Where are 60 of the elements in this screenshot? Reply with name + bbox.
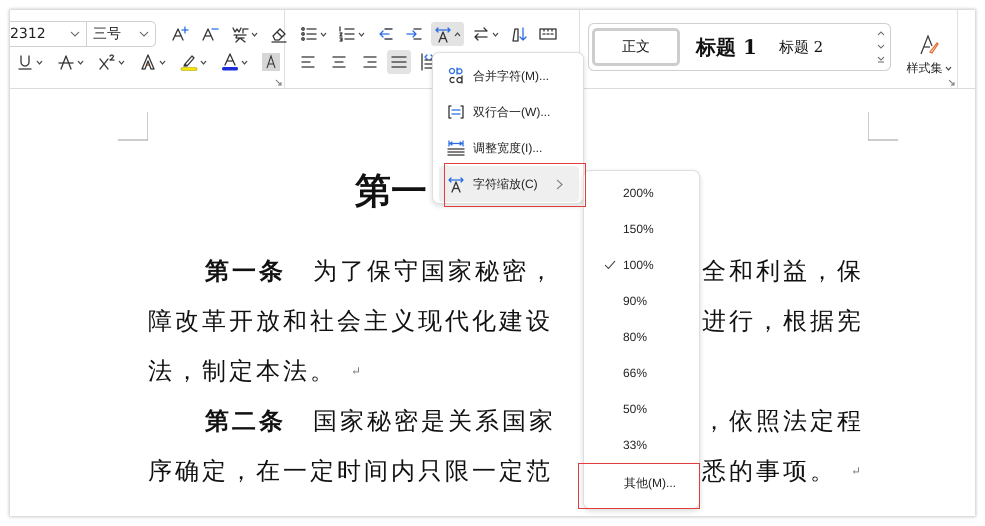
menu-item[interactable]: 80% bbox=[584, 319, 699, 355]
toolbar-button[interactable] bbox=[431, 22, 464, 46]
combine-characters-icon bbox=[447, 67, 465, 85]
menu-item[interactable]: 调整宽度(I)... bbox=[439, 130, 579, 166]
font-size-dropdown[interactable]: 三号 bbox=[87, 22, 155, 46]
toolbar-button[interactable] bbox=[259, 50, 283, 74]
menu-item[interactable]: 200% bbox=[584, 175, 699, 211]
menu-item[interactable]: 90% bbox=[584, 283, 699, 319]
style-set-button[interactable]: 样式集 bbox=[901, 22, 957, 78]
style-option[interactable]: 标题 2 bbox=[772, 28, 830, 66]
body-text: 第一条 为了保守国家秘密， bbox=[204, 258, 556, 287]
body-text: 悉的事项。 bbox=[702, 458, 837, 487]
body-text: 序确定，在一定时间内只限一定范 bbox=[148, 458, 553, 487]
toolbar-button[interactable] bbox=[387, 50, 411, 74]
strikethrough-icon bbox=[57, 53, 75, 71]
highlighter-icon bbox=[180, 53, 198, 71]
sort-icon bbox=[510, 25, 528, 43]
bullet-list-icon bbox=[300, 25, 318, 43]
body-text: 全和利益，保 bbox=[702, 258, 864, 287]
menu-item[interactable]: 字符缩放(C) bbox=[439, 166, 579, 202]
crop-mark bbox=[118, 112, 148, 141]
dialog-launcher-icon bbox=[948, 79, 955, 86]
body-text: 进行，根据宪 bbox=[702, 308, 864, 337]
character-scale-icon bbox=[434, 25, 452, 43]
adjust-width-icon bbox=[447, 139, 465, 157]
font-name-dropdown[interactable]: 2312 bbox=[10, 22, 87, 46]
dialog-launcher-icon bbox=[275, 79, 282, 86]
text-direction-icon bbox=[472, 25, 490, 43]
style-option[interactable]: 正文 bbox=[592, 28, 680, 66]
phonetic-guide-icon bbox=[231, 25, 249, 43]
menu-item[interactable]: 33% bbox=[584, 427, 699, 463]
menu-item[interactable]: 100% bbox=[584, 247, 699, 283]
font-brush-icon bbox=[918, 34, 940, 56]
character-scale-icon bbox=[447, 175, 465, 193]
body-text: 障改革开放和社会主义现代化建设 bbox=[148, 308, 553, 337]
caret-down-icon bbox=[944, 66, 952, 71]
font-grow-icon bbox=[171, 25, 189, 43]
document-title: 第一 bbox=[355, 169, 427, 214]
two-lines-in-one-icon bbox=[447, 103, 465, 121]
superscript-icon bbox=[98, 53, 116, 71]
style-option[interactable]: 标题 1 bbox=[690, 28, 763, 66]
body-text: 第二条 国家秘密是关系国家 bbox=[204, 408, 556, 437]
chevron-down-icon bbox=[70, 30, 80, 38]
body-text: 法，制定本法。 bbox=[148, 358, 337, 387]
underline-icon bbox=[16, 53, 34, 71]
menu-item[interactable]: 合并字符(M)... bbox=[439, 58, 579, 94]
character-shading-icon bbox=[262, 53, 280, 71]
chevron-down-icon bbox=[139, 30, 149, 38]
menu-item[interactable]: 66% bbox=[584, 355, 699, 391]
crop-mark bbox=[868, 112, 898, 141]
menu-item[interactable]: 150% bbox=[584, 211, 699, 247]
menu-item[interactable]: 双行合一(W)... bbox=[439, 94, 579, 130]
menu-item[interactable]: 50% bbox=[584, 391, 699, 427]
paragraph-mark: ↵ bbox=[851, 464, 862, 478]
menu-item[interactable]: 其他(M)... bbox=[585, 466, 697, 500]
paragraph-mark: ↵ bbox=[351, 364, 362, 378]
text-effect-icon bbox=[139, 53, 157, 71]
body-text: ，依照法定程 bbox=[702, 408, 864, 437]
font-color-icon bbox=[221, 53, 239, 71]
numbered-list-icon bbox=[338, 25, 356, 43]
